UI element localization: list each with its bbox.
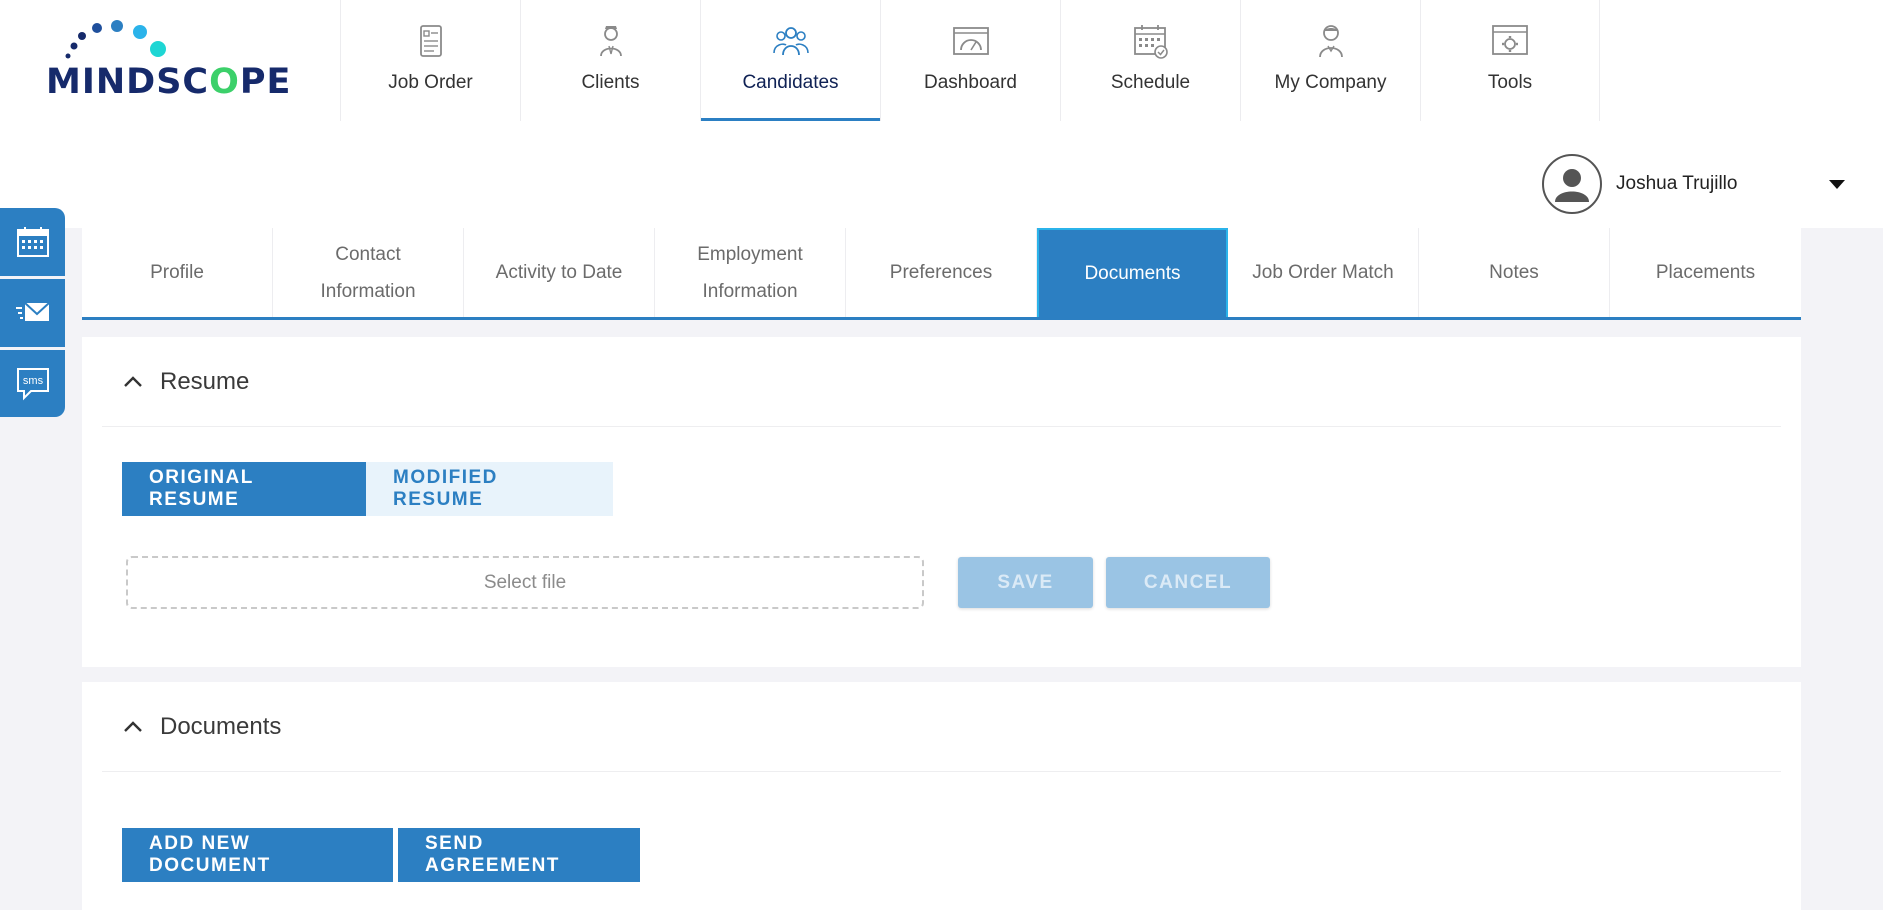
save-button[interactable]: SAVE bbox=[958, 557, 1093, 608]
nav-dashboard[interactable]: Dashboard bbox=[880, 0, 1060, 121]
original-resume-button[interactable]: ORIGINAL RESUME bbox=[122, 462, 366, 516]
quick-actions-sidebar: sms bbox=[0, 208, 65, 417]
nav-label: Schedule bbox=[1110, 72, 1191, 93]
calendar-icon bbox=[16, 227, 49, 257]
tab-label: Activity to Date bbox=[495, 262, 623, 283]
tools-icon bbox=[1492, 25, 1528, 55]
modified-resume-button[interactable]: MODIFIED RESUME bbox=[366, 462, 613, 516]
dashboard-icon bbox=[952, 27, 989, 55]
schedule-icon bbox=[1133, 25, 1168, 59]
tab-employment-information[interactable]: Employment Information bbox=[655, 228, 846, 317]
nav-label: My Company bbox=[1274, 72, 1387, 93]
tab-label: Placements bbox=[1655, 262, 1756, 283]
sms-button[interactable]: sms bbox=[0, 350, 65, 418]
documents-actions: ADD NEW DOCUMENT SEND AGREEMENT bbox=[122, 828, 640, 882]
resume-section-title: Resume bbox=[160, 367, 250, 395]
candidate-tabs: Profile Contact Information Activity to D… bbox=[82, 228, 1801, 320]
tab-placements[interactable]: Placements bbox=[1610, 228, 1801, 317]
tab-label: Preferences bbox=[889, 262, 993, 283]
logo-dots-icon bbox=[65, 20, 166, 59]
candidates-icon bbox=[772, 27, 809, 56]
nav-tools[interactable]: Tools bbox=[1420, 0, 1600, 121]
tab-profile[interactable]: Profile bbox=[82, 228, 273, 317]
email-button[interactable] bbox=[0, 279, 65, 347]
email-icon bbox=[15, 302, 50, 321]
documents-section-title: Documents bbox=[160, 712, 282, 740]
nav-my-company[interactable]: My Company bbox=[1240, 0, 1420, 121]
logo-wordmark: MINDSCOPE bbox=[46, 62, 292, 102]
user-avatar-icon bbox=[1555, 169, 1589, 202]
nav-schedule[interactable]: Schedule bbox=[1060, 0, 1240, 121]
resume-version-toggle: ORIGINAL RESUME MODIFIED RESUME bbox=[122, 462, 613, 516]
nav-label: Candidates bbox=[742, 72, 839, 93]
nav-label: Dashboard bbox=[924, 72, 1017, 93]
nav-label: Job Order bbox=[388, 72, 473, 93]
nav-label: Clients bbox=[581, 72, 640, 93]
tab-label: Job Order Match bbox=[1252, 262, 1394, 283]
documents-panel: Documents ADD NEW DOCUMENT SEND AGREEMEN… bbox=[82, 682, 1801, 910]
chevron-up-icon[interactable] bbox=[122, 716, 144, 738]
svg-text:sms: sms bbox=[22, 375, 43, 387]
add-new-document-button[interactable]: ADD NEW DOCUMENT bbox=[122, 828, 393, 882]
tab-job-order-match[interactable]: Job Order Match bbox=[1228, 228, 1419, 317]
nav-job-order[interactable]: Job Order bbox=[340, 0, 520, 121]
main-nav: Job Order Clients Candidates Dashboard S… bbox=[340, 0, 1600, 121]
cancel-button[interactable]: CANCEL bbox=[1106, 557, 1270, 608]
nav-clients[interactable]: Clients bbox=[520, 0, 700, 121]
calendar-button[interactable] bbox=[0, 208, 65, 276]
nav-candidates[interactable]: Candidates bbox=[700, 0, 880, 121]
chevron-up-icon[interactable] bbox=[122, 371, 144, 393]
top-header: MINDSCOPE Job Order Clients Candidates D… bbox=[0, 0, 1883, 228]
tab-label-line2: Information bbox=[320, 280, 416, 302]
avatar[interactable] bbox=[1542, 154, 1602, 214]
user-menu[interactable]: Joshua Trujillo bbox=[1542, 154, 1845, 214]
mindscope-logo[interactable]: MINDSCOPE bbox=[44, 18, 290, 102]
tab-activity-to-date[interactable]: Activity to Date bbox=[464, 228, 655, 317]
tab-contact-information[interactable]: Contact Information bbox=[273, 228, 464, 317]
sms-icon: sms bbox=[16, 368, 49, 401]
clients-icon bbox=[599, 26, 622, 57]
tab-label: Profile bbox=[150, 262, 204, 283]
nav-label: Tools bbox=[1487, 72, 1533, 93]
send-agreement-button[interactable]: SEND AGREEMENT bbox=[398, 828, 640, 882]
tab-notes[interactable]: Notes bbox=[1419, 228, 1610, 317]
tab-label: Employment bbox=[697, 243, 803, 265]
caret-down-icon[interactable] bbox=[1829, 180, 1845, 189]
tab-label: Contact bbox=[335, 243, 401, 265]
job-order-icon bbox=[419, 25, 442, 57]
resume-panel-header[interactable]: Resume bbox=[102, 337, 1781, 427]
tab-preferences[interactable]: Preferences bbox=[846, 228, 1037, 317]
tab-label: Documents bbox=[1084, 263, 1181, 284]
resume-panel: Resume ORIGINAL RESUME MODIFIED RESUME S… bbox=[82, 337, 1801, 667]
documents-panel-header[interactable]: Documents bbox=[102, 682, 1781, 772]
tab-label: Notes bbox=[1489, 262, 1539, 283]
user-name: Joshua Trujillo bbox=[1616, 173, 1738, 194]
select-file-dropzone[interactable]: Select file bbox=[126, 556, 924, 609]
tab-label-line2: Information bbox=[702, 280, 798, 302]
tab-documents[interactable]: Documents bbox=[1037, 228, 1228, 317]
my-company-icon bbox=[1318, 25, 1343, 58]
